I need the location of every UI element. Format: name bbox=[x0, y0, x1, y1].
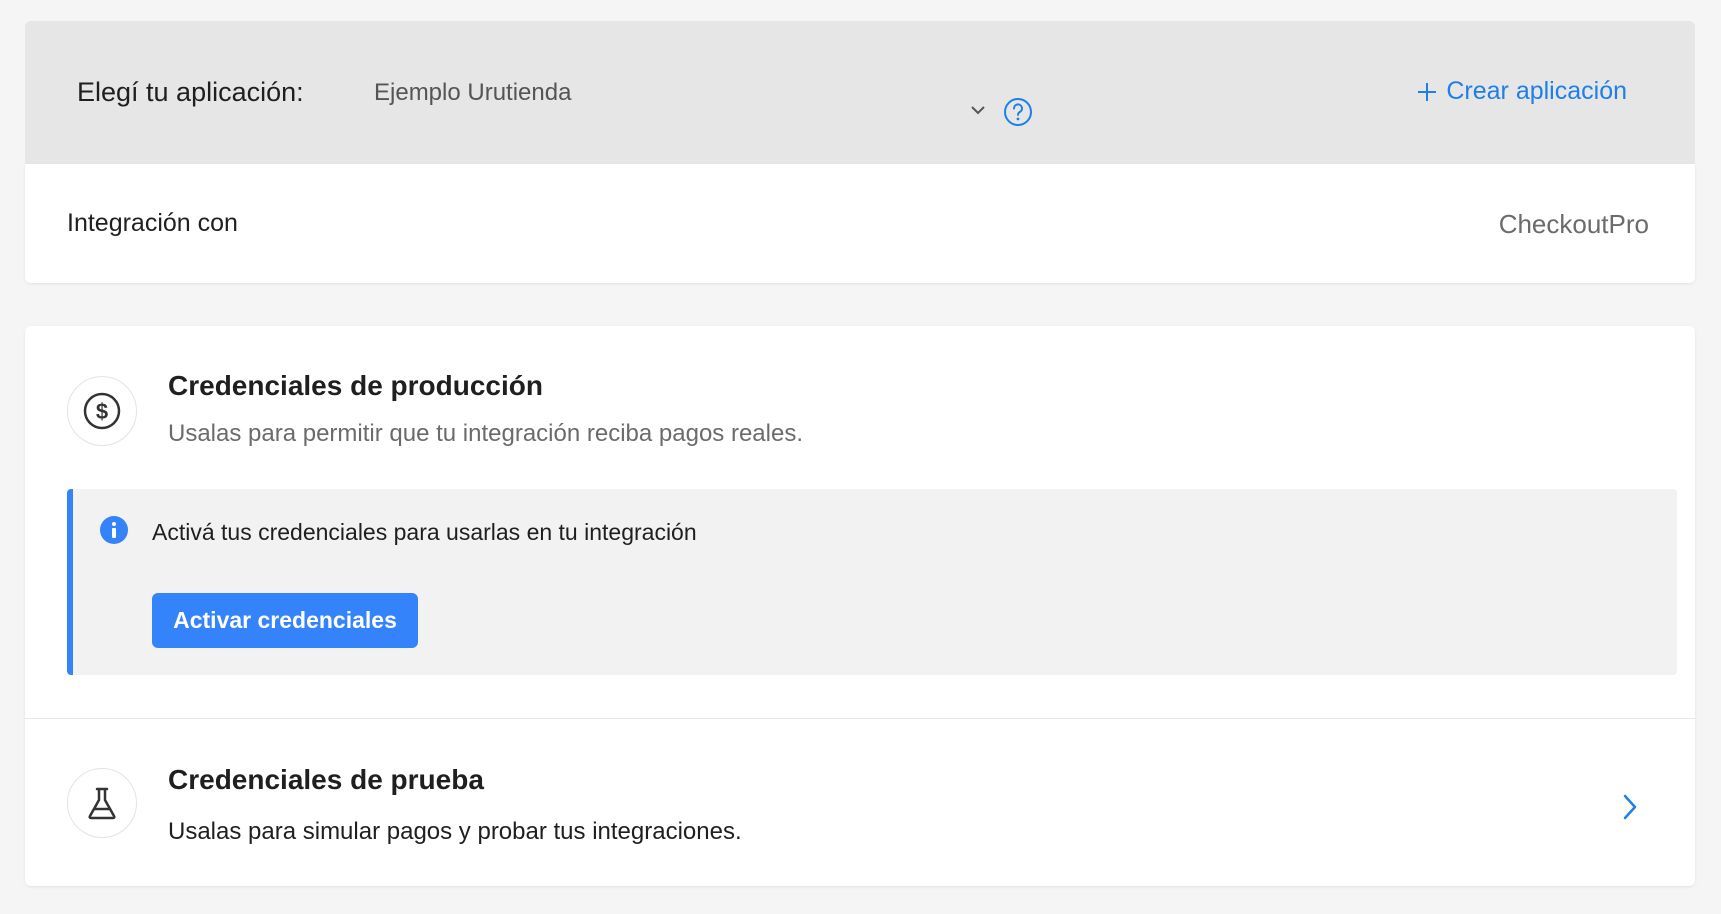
test-subtitle: Usalas para simular pagos y probar tus i… bbox=[168, 818, 742, 845]
integration-row: Integración con CheckoutPro bbox=[25, 164, 1695, 283]
section-divider bbox=[25, 718, 1695, 719]
info-icon bbox=[100, 516, 128, 544]
integration-value: CheckoutPro bbox=[1498, 209, 1649, 239]
dollar-circle-icon: $ bbox=[83, 392, 121, 430]
create-app-button[interactable]: Crear aplicación bbox=[1416, 77, 1627, 106]
svg-text:$: $ bbox=[96, 399, 108, 424]
credentials-card: $ Credenciales de producción Usalas para… bbox=[25, 326, 1695, 886]
plus-icon bbox=[1418, 82, 1437, 101]
activate-credentials-button[interactable]: Activar credenciales bbox=[152, 593, 418, 648]
app-select-dropdown[interactable]: Ejemplo Urutienda bbox=[374, 79, 571, 107]
production-icon-wrapper: $ bbox=[67, 376, 137, 446]
production-title: Credenciales de producción bbox=[168, 370, 543, 401]
chevron-right-icon[interactable] bbox=[1621, 792, 1639, 822]
integration-label: Integración con bbox=[67, 209, 238, 237]
credentials-page: Elegí tu aplicación: Ejemplo Urutienda C… bbox=[0, 0, 1721, 914]
chevron-down-icon[interactable] bbox=[969, 103, 987, 117]
app-selector-label: Elegí tu aplicación: bbox=[77, 77, 304, 107]
test-title[interactable]: Credenciales de prueba bbox=[168, 764, 484, 796]
flask-icon bbox=[88, 787, 116, 820]
activation-notice: Activá tus credenciales para usarlas en … bbox=[67, 489, 1677, 675]
create-app-label: Crear aplicación bbox=[1446, 77, 1627, 105]
production-subtitle: Usalas para permitir que tu integración … bbox=[168, 420, 804, 447]
app-selector-bar: Elegí tu aplicación: Ejemplo Urutienda C… bbox=[25, 21, 1695, 164]
test-icon-wrapper bbox=[67, 768, 137, 838]
help-circle-icon[interactable] bbox=[1002, 96, 1034, 128]
activation-notice-text: Activá tus credenciales para usarlas en … bbox=[152, 519, 697, 545]
